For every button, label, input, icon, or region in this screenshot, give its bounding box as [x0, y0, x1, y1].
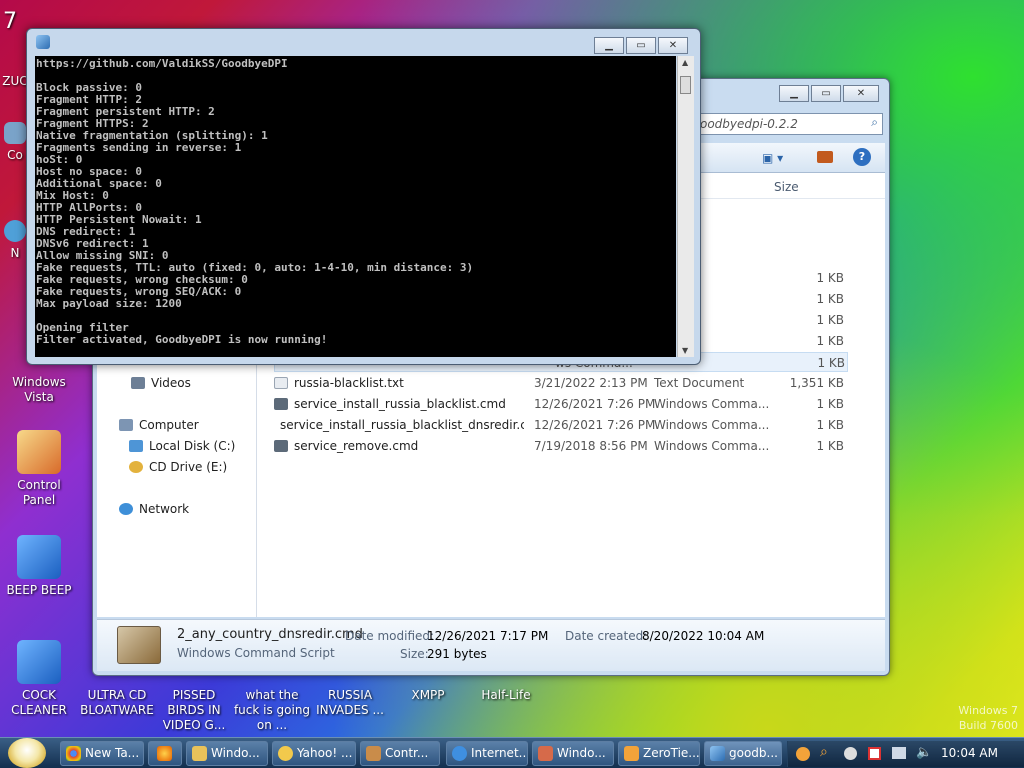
cmd-file-large-icon [117, 626, 161, 664]
network-icon[interactable] [892, 747, 906, 759]
console-output[interactable]: https://github.com/ValdikSS/GoodbyeDPI B… [35, 56, 676, 357]
action-center-icon[interactable] [868, 747, 881, 760]
preview-pane-icon[interactable] [817, 151, 833, 163]
minimize-button[interactable]: ▁ [594, 37, 624, 54]
maximize-button[interactable]: ▭ [811, 85, 841, 102]
details-filetype: Windows Command Script [177, 646, 335, 660]
details-filename: 2_any_country_dnsredir.cmd [177, 627, 363, 642]
desktop-icon-half-life[interactable]: Half-Life [467, 688, 545, 703]
table-row[interactable]: russia-blacklist.txt 3/21/2022 2:13 PM T… [274, 373, 848, 393]
console-window[interactable]: ▁ ▭ ✕ https://github.com/ValdikSS/Goodby… [26, 28, 701, 365]
desktop-icon-windows-vista[interactable]: Windows Vista [0, 375, 78, 405]
date-created-value: 8/20/2022 10:04 AM [642, 629, 765, 643]
disk-icon [129, 440, 143, 452]
cmd-file-icon [274, 440, 288, 452]
internet-explorer-icon [452, 746, 467, 761]
desktop-top-label: 7 [3, 9, 17, 34]
taskbar-button-zerotier[interactable]: ZeroTie... [618, 741, 700, 766]
views-button[interactable]: ▣ ▾ [762, 151, 792, 165]
search-icon[interactable]: ⌕ [871, 115, 878, 130]
desktop-icon-pissed-birds[interactable]: PISSED BIRDS IN VIDEO G... [155, 688, 233, 733]
tray-minus-icon[interactable] [844, 747, 857, 760]
file-icon [17, 535, 61, 579]
taskbar-button-chrome[interactable]: New Ta... [60, 741, 144, 766]
file-icon [17, 640, 61, 684]
nav-local-disk[interactable]: Local Disk (C:) [129, 439, 235, 453]
cd-drive-icon [129, 461, 143, 473]
console-line: Additional space: 0 [36, 177, 162, 190]
nav-computer[interactable]: Computer [119, 418, 199, 432]
control-panel-icon [17, 430, 61, 474]
date-created-label: Date created: [565, 629, 648, 643]
desktop-icon-cock-cleaner[interactable]: COCK CLEANER [0, 640, 78, 718]
start-button[interactable] [8, 738, 46, 768]
network-icon [4, 220, 26, 242]
size-value: 291 bytes [427, 647, 487, 661]
minimize-button[interactable]: ▁ [779, 85, 809, 102]
volume-icon[interactable]: 🔈 [916, 745, 932, 760]
computer-icon [4, 122, 26, 144]
desktop-icon-xmpp[interactable]: XMPP [389, 688, 467, 703]
close-button[interactable]: ✕ [658, 37, 688, 54]
desktop-icon-ultra-cd[interactable]: ULTRA CD BLOATWARE [78, 688, 156, 718]
folder-icon [192, 746, 207, 761]
desktop-icon-what[interactable]: what the fuck is going on ... [233, 688, 311, 733]
date-modified-value: 12/26/2021 7:17 PM [427, 629, 549, 643]
nav-videos[interactable]: Videos [131, 376, 191, 390]
network-icon [119, 503, 133, 515]
desktop-icon-beep-beep[interactable]: BEEP BEEP [0, 535, 78, 598]
table-row[interactable]: service_remove.cmd 7/19/2018 8:56 PM Win… [274, 436, 848, 456]
date-modified-label: Date modified: [345, 629, 435, 643]
firefox-icon [157, 746, 172, 761]
clock[interactable]: 10:04 AM [941, 746, 998, 760]
details-pane: 2_any_country_dnsredir.cmd Windows Comma… [97, 619, 885, 671]
close-button[interactable]: ✕ [843, 85, 879, 102]
taskbar-button-control[interactable]: Contr... [360, 741, 440, 766]
console-line: https://github.com/ValdikSS/GoodbyeDPI [36, 57, 288, 70]
console-scrollbar[interactable]: ▲ ▼ [677, 56, 694, 357]
console-line: Max payload size: 1200 [36, 297, 182, 310]
computer-icon [119, 419, 133, 431]
taskbar-button-windows-2[interactable]: Windo... [532, 741, 614, 766]
taskbar-button-goodbyedpi[interactable]: goodb... [704, 741, 782, 766]
scroll-thumb[interactable] [680, 76, 691, 94]
yahoo-icon [278, 746, 293, 761]
window-icon [538, 746, 553, 761]
column-size[interactable]: Size [774, 180, 799, 194]
taskbar-button-firefox[interactable] [148, 741, 182, 766]
taskbar-button-yahoo[interactable]: Yahoo! ... [272, 741, 356, 766]
app-icon [36, 35, 50, 49]
table-row[interactable]: service_install_russia_blacklist.cmd 12/… [274, 394, 848, 414]
console-line: Fragments sending in reverse: 1 [36, 141, 242, 154]
search-icon[interactable]: ⌕ [820, 744, 828, 760]
control-panel-icon [366, 746, 381, 761]
taskbar-button-windows-1[interactable]: Windo... [186, 741, 268, 766]
taskbar: New Ta... Windo... Yahoo! ... Contr... I… [0, 737, 1024, 768]
taskbar-button-internet[interactable]: Internet... [446, 741, 528, 766]
chrome-icon [66, 746, 81, 761]
size-label: Size: [400, 647, 429, 661]
cmd-file-icon [274, 398, 288, 410]
address-bar[interactable]: oodbyedpi-0.2.2 ⌕ [693, 113, 883, 135]
nav-cd-drive[interactable]: CD Drive (E:) [129, 460, 227, 474]
nav-network[interactable]: Network [119, 502, 189, 516]
desktop-icon-control-panel[interactable]: Control Panel [0, 430, 78, 508]
tray-app-icon[interactable] [796, 747, 810, 761]
scroll-up-icon[interactable]: ▲ [682, 58, 688, 67]
os-watermark: Windows 7 Build 7600 [958, 704, 1018, 732]
desktop-icon-russia[interactable]: RUSSIA INVADES ... [311, 688, 389, 718]
videos-icon [131, 377, 145, 389]
text-file-icon [274, 377, 288, 389]
maximize-button[interactable]: ▭ [626, 37, 656, 54]
help-icon[interactable]: ? [853, 148, 871, 166]
console-icon [710, 746, 725, 761]
scroll-down-icon[interactable]: ▼ [682, 346, 688, 355]
zerotier-icon [624, 746, 639, 761]
table-row[interactable]: service_install_russia_blacklist_dnsredi… [274, 415, 848, 435]
console-line: Filter activated, GoodbyeDPI is now runn… [36, 333, 328, 346]
